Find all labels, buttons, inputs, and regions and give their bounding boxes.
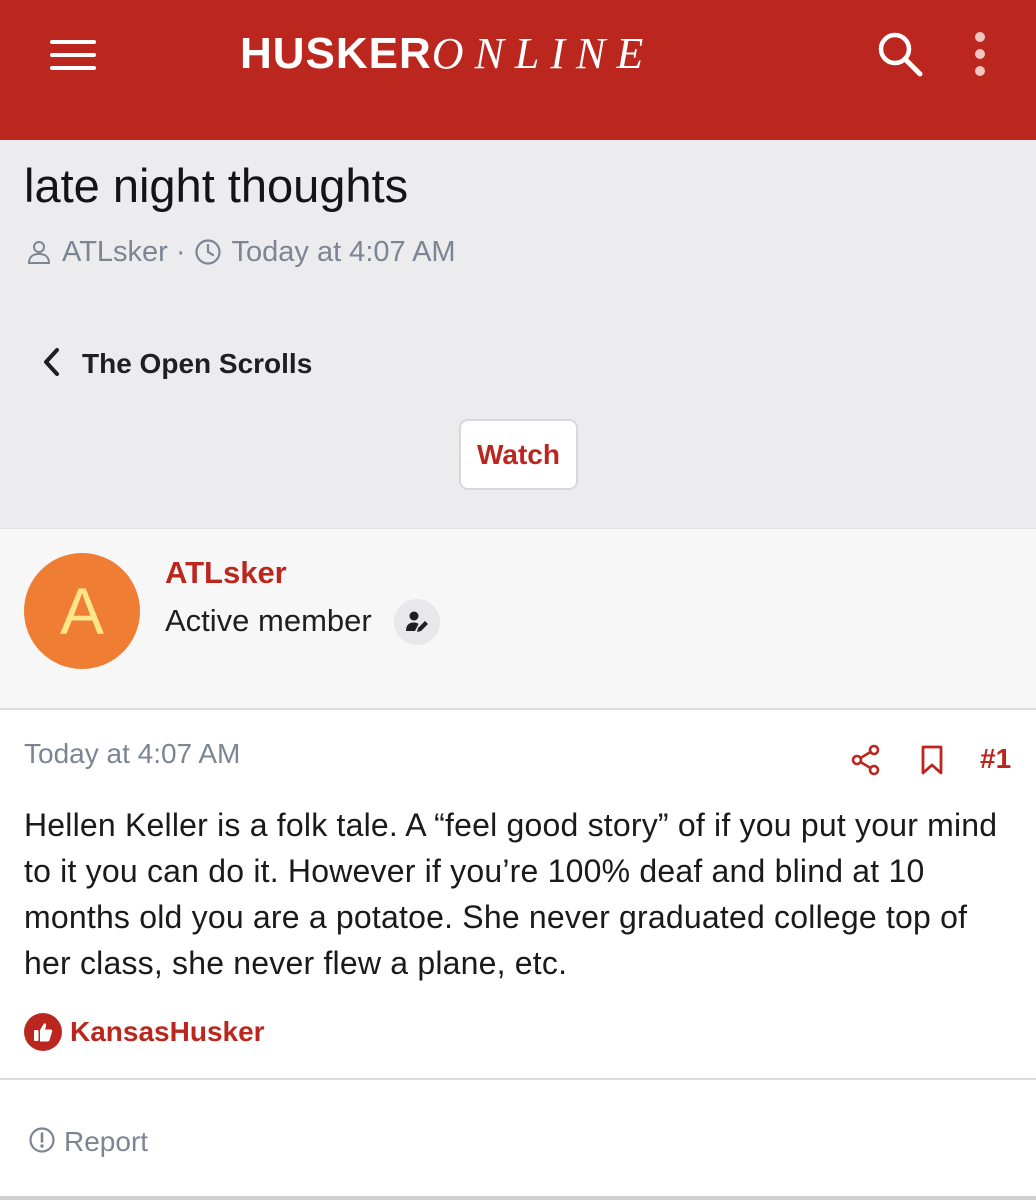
thread-author-link[interactable]: ATLsker <box>62 236 168 269</box>
avatar[interactable]: A <box>24 553 140 669</box>
thumbs-up-icon <box>24 1013 62 1051</box>
search-icon[interactable] <box>874 28 926 80</box>
reaction-bar[interactable]: KansasHusker <box>24 1012 265 1052</box>
post-number-link[interactable]: #1 <box>980 743 1011 775</box>
breadcrumb-label: The Open Scrolls <box>82 348 313 379</box>
post: Today at 4:07 AM #1 Hellen Keller is a f… <box>0 710 1036 1200</box>
report-link[interactable]: Report <box>28 1122 148 1162</box>
clock-icon <box>194 238 222 266</box>
logo-secondary-text: ONLINE <box>431 29 655 78</box>
report-label: Report <box>64 1126 149 1157</box>
top-app-bar: HUSKER ONLINE <box>0 0 1036 140</box>
breadcrumb-back-link[interactable]: The Open Scrolls <box>40 344 312 384</box>
post-body: Hellen Keller is a folk tale. A “feel go… <box>24 807 998 981</box>
share-icon[interactable] <box>850 744 882 776</box>
divider <box>0 1196 1036 1200</box>
user-icon <box>26 239 52 265</box>
bookmark-icon[interactable] <box>917 744 947 776</box>
watch-button[interactable]: Watch <box>459 419 578 490</box>
author-name-link[interactable]: ATLsker <box>165 555 287 591</box>
alert-circle-icon <box>28 1126 56 1159</box>
author-role: Active member <box>165 603 372 638</box>
reaction-user-link[interactable]: KansasHusker <box>70 1016 265 1048</box>
divider <box>0 1078 1036 1080</box>
site-logo[interactable]: HUSKER ONLINE <box>240 28 654 84</box>
post-timestamp[interactable]: Today at 4:07 AM <box>24 738 240 770</box>
hamburger-menu-icon[interactable] <box>50 38 96 72</box>
thread-meta: ATLsker · Today at 4:07 AM <box>26 234 456 270</box>
thread-header: late night thoughts ATLsker · Today at 4… <box>0 140 1036 528</box>
meta-separator: · <box>175 235 186 268</box>
vertical-ellipsis-icon[interactable] <box>962 30 998 78</box>
logo-primary-text: HUSKER <box>240 29 432 78</box>
thread-title: late night thoughts <box>24 159 409 212</box>
thread-timestamp[interactable]: Today at 4:07 AM <box>232 236 456 269</box>
post-author-block: A ATLsker Active member <box>0 528 1036 710</box>
user-edit-icon <box>394 599 440 645</box>
chevron-left-icon <box>40 346 62 383</box>
